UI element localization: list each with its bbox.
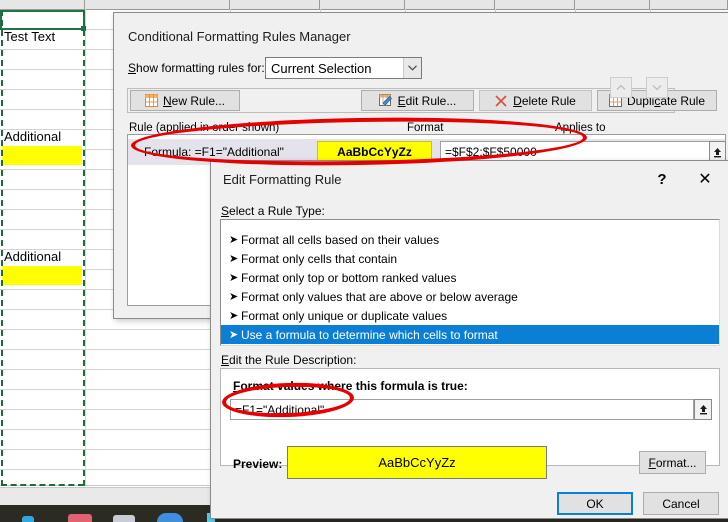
bullet-arrow-icon: ➤ [229,234,239,246]
edit-rule-dialog-title: Edit Formatting Rule [223,172,342,187]
bullet-arrow-icon: ➤ [229,329,239,341]
chevron-down-icon[interactable] [403,58,421,78]
gridline [85,9,86,485]
edit-rule-description-label: Edit the Rule Description: [221,353,357,367]
formatted-cell[interactable] [2,266,82,285]
rule-type-item-3[interactable]: ➤ Format only values that are above or b… [221,287,719,306]
rule-type-label: Format only unique or duplicate values [241,308,448,323]
rule-type-item-5[interactable]: ➤ Use a formula to determine which cells… [221,325,719,344]
delete-icon [495,94,507,107]
cancel-button[interactable]: Cancel [643,492,719,515]
cell-additional-1[interactable]: Additional [2,129,61,144]
preview-swatch: AaBbCcYyZz [287,446,547,479]
taskbar-icon-app1[interactable] [22,516,34,522]
column-header[interactable] [320,0,405,9]
rule-type-item-4[interactable]: ➤ Format only unique or duplicate values [221,306,719,325]
new-rule-icon [144,94,158,107]
delete-rule-button[interactable]: Delete Rule [479,90,592,111]
rule-type-label: Format only values that are above or bel… [241,289,518,304]
ok-button[interactable]: OK [557,492,633,515]
taskbar-icon-app2[interactable] [68,514,92,522]
rule-type-label: Format only cells that contain [241,251,398,266]
bullet-arrow-icon: ➤ [229,272,239,284]
rule-type-item-2[interactable]: ➤ Format only top or bottom ranked value… [221,268,719,287]
bullet-arrow-icon: ➤ [229,291,239,303]
edit-rule-label: dit Rule... [405,93,457,108]
column-header[interactable] [405,0,495,9]
rule-formula-text: Formula: =F1="Additional" [144,145,284,159]
column-header-applies-to: Applies to [555,122,606,134]
cell-additional-2[interactable]: Additional [2,249,61,264]
column-header-rule: Rule (applied in order shown) [129,122,280,134]
preview-label: Preview: [233,457,283,471]
show-rules-value: Current Selection [271,60,372,76]
column-header-format: Format [407,122,444,134]
column-header[interactable] [85,0,230,9]
cell-test-text[interactable]: Test Text [2,29,55,44]
new-rule-label: ew Rule... [171,93,226,108]
bullet-arrow-icon: ➤ [229,310,239,322]
select-rule-type-label: Select a Rule Type: [221,204,325,218]
close-icon[interactable]: ✕ [691,168,719,190]
rule-type-list[interactable]: ➤ Format all cells based on their values… [220,219,720,346]
rule-type-label: Format all cells based on their values [241,232,440,247]
active-cell[interactable] [0,10,85,30]
show-rules-label: Show formatting rules for: [128,61,265,75]
show-rules-dropdown[interactable]: Current Selection [265,57,422,79]
edit-rule-button[interactable]: Edit Rule... [361,90,474,111]
rule-type-item-1[interactable]: ➤ Format only cells that contain [221,249,719,268]
column-header[interactable] [230,0,320,9]
move-rule-up-button[interactable] [610,77,632,98]
rule-type-label: Use a formula to determine which cells t… [241,327,498,342]
formatted-cell[interactable] [2,146,82,165]
help-icon[interactable]: ? [650,168,674,190]
column-header[interactable] [650,0,728,9]
rule-type-label: Format only top or bottom ranked values [241,270,457,285]
delete-rule-label: elete Rule [521,93,576,108]
taskbar-icon-app3[interactable] [113,515,135,522]
formula-input[interactable]: =F1="Additional" [230,399,694,420]
dialog-title: Conditional Formatting Rules Manager [128,29,351,44]
new-rule-button[interactable]: New Rule... [130,90,240,111]
format-button[interactable]: Format... [639,451,706,474]
edit-formatting-rule-dialog: Edit Formatting Rule ? ✕ Select a Rule T… [210,160,728,519]
column-header[interactable] [0,0,85,9]
column-header[interactable] [575,0,650,9]
column-headers [0,0,728,10]
formula-label: Format values where this formula is true… [233,379,468,393]
selection-border-right [83,10,85,486]
rule-type-item-0[interactable]: ➤ Format all cells based on their values [221,230,719,249]
bullet-arrow-icon: ➤ [229,253,239,265]
taskbar-icon-app4[interactable] [157,513,183,522]
edit-rule-icon [378,94,393,107]
selection-border-bottom [1,484,84,486]
collapse-dialog-icon[interactable] [694,399,712,420]
selection-border-left [1,10,3,486]
column-header[interactable] [495,0,575,9]
move-rule-down-button[interactable] [646,77,668,98]
